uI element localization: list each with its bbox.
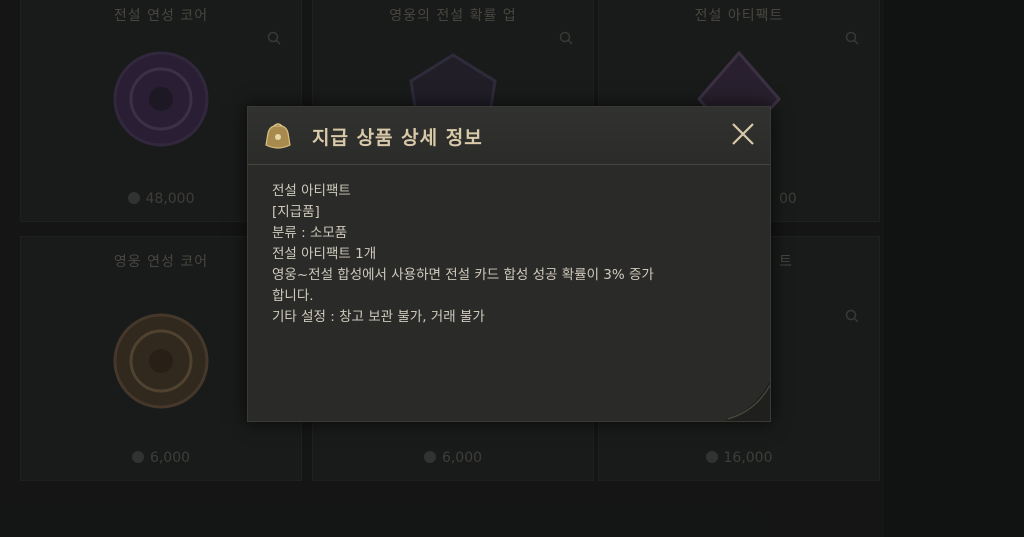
item-settings: 기타 설정 : 창고 보관 불가, 거래 불가 xyxy=(272,309,485,325)
item-category: 분류 : 소모품 xyxy=(272,225,348,241)
item-type-tag: [지급품] xyxy=(272,204,320,220)
item-name: 전설 아티팩트 xyxy=(272,183,351,199)
item-effect: 영웅~전설 합성에서 사용하면 전설 카드 합성 성공 확률이 3% 증가 xyxy=(272,267,654,283)
dialog-header: 지급 상품 상세 정보 xyxy=(248,107,770,165)
close-icon[interactable] xyxy=(730,121,756,147)
dialog-description: 전설 아티팩트 [지급품] 분류 : 소모품 전설 아티팩트 1개 영웅~전설 … xyxy=(272,181,746,328)
dialog-title: 지급 상품 상세 정보 xyxy=(312,127,483,149)
item-effect-cont: 합니다. xyxy=(272,288,314,304)
item-contents: 전설 아티팩트 1개 xyxy=(272,246,377,262)
page-curl-decoration xyxy=(724,381,770,421)
item-detail-dialog: 지급 상품 상세 정보 전설 아티팩트 [지급품] 분류 : 소모품 전설 아티… xyxy=(247,106,771,422)
item-bag-icon xyxy=(265,123,291,149)
